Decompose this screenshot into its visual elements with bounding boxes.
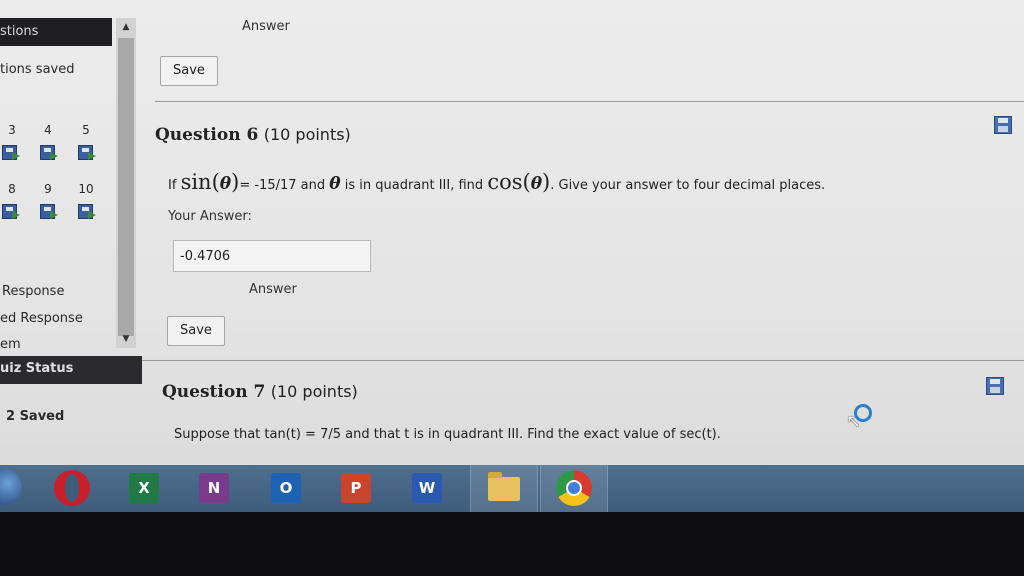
divider — [142, 360, 1024, 361]
powerpoint-icon: P — [341, 473, 371, 503]
taskbar-powerpoint[interactable]: P — [324, 465, 390, 512]
question-7-number: Question 7 — [162, 382, 266, 402]
legend-response: Response — [2, 284, 65, 299]
quiz-status-header: uiz Status — [0, 356, 142, 384]
q6-value: = -15/17 and — [239, 178, 326, 193]
q6-paren-2: ) — [542, 170, 551, 194]
question-number-9[interactable]: 9 — [36, 182, 60, 196]
excel-icon: X — [129, 473, 159, 503]
scroll-thumb[interactable] — [118, 38, 134, 336]
question-number-3[interactable]: 3 — [0, 123, 24, 137]
quiz-status-label: uiz Status — [0, 361, 74, 376]
start-button-icon[interactable] — [0, 469, 22, 505]
save-button-top[interactable]: Save — [160, 56, 218, 86]
sidebar-questions-header: stions — [0, 18, 112, 46]
scroll-up-arrow-icon[interactable]: ▲ — [116, 20, 136, 34]
taskbar-chrome[interactable] — [540, 465, 608, 512]
saved-question-icon[interactable] — [78, 145, 96, 161]
question-7-title: Question 7 (10 points) — [162, 382, 358, 402]
sidebar-scrollbar[interactable]: ▲ ▼ — [116, 18, 136, 348]
taskbar: X N O P W — [0, 465, 1024, 512]
question-6-points: (10 points) — [263, 125, 351, 144]
saved-question-icon[interactable] — [78, 204, 96, 220]
saved-question-icon[interactable] — [2, 204, 20, 220]
saved-question-icon[interactable] — [2, 145, 20, 161]
scroll-down-arrow-icon[interactable]: ▼ — [116, 332, 136, 346]
q6-theta: θ — [219, 174, 232, 194]
outlook-icon: O — [271, 473, 301, 503]
question-6-number: Question 6 — [155, 125, 259, 145]
save-disk-icon[interactable] — [994, 116, 1012, 134]
answer-input[interactable] — [173, 240, 371, 272]
q6-quadrant: is in quadrant III, find — [344, 178, 484, 193]
q6-tail: . Give your answer to four decimal place… — [550, 178, 826, 193]
saved-question-icon[interactable] — [40, 145, 58, 161]
q6-theta-2: θ — [329, 174, 341, 194]
question-6-text: If sin(θ)= -15/17 and θ is in quadrant I… — [168, 170, 825, 194]
sidebar-questions-saved: tions saved — [0, 62, 75, 77]
your-answer-label: Your Answer: — [168, 209, 252, 224]
word-icon: W — [412, 473, 442, 503]
taskbar-excel[interactable]: X — [112, 465, 178, 512]
taskbar-word[interactable]: W — [395, 465, 461, 512]
question-7-text: Suppose that tan(t) = 7/5 and that t is … — [174, 427, 721, 442]
screen: stions tions saved ▲ ▼ 3 4 5 8 9 10 Resp… — [0, 0, 1024, 512]
chrome-icon — [556, 470, 592, 506]
onenote-icon: N — [199, 473, 229, 503]
folder-icon — [488, 472, 520, 501]
divider — [155, 101, 1024, 102]
legend-item: em — [0, 337, 21, 352]
answer-label-q6: Answer — [249, 282, 297, 297]
question-6-title: Question 6 (10 points) — [155, 125, 351, 145]
mouse-cursor-icon: ↖ — [846, 411, 862, 432]
q6-sin: sin( — [180, 170, 220, 194]
opera-browser-icon[interactable] — [54, 470, 90, 506]
taskbar-file-explorer[interactable] — [470, 465, 538, 512]
question-number-10[interactable]: 10 — [74, 182, 98, 196]
sidebar-header-label: stions — [0, 24, 39, 39]
save-button-q6[interactable]: Save — [167, 316, 225, 346]
question-number-4[interactable]: 4 — [36, 123, 60, 137]
taskbar-outlook[interactable]: O — [254, 465, 320, 512]
q6-cos: cos( — [487, 170, 531, 194]
taskbar-onenote[interactable]: N — [182, 465, 248, 512]
save-disk-icon[interactable] — [986, 377, 1004, 395]
q6-theta-3: θ — [530, 174, 543, 194]
q6-if: If — [168, 178, 177, 193]
question-7-points: (10 points) — [270, 382, 358, 401]
saved-count: 2 Saved — [6, 409, 65, 424]
legend-saved-response: ed Response — [0, 311, 83, 326]
answer-label-top: Answer — [242, 19, 290, 34]
question-number-5[interactable]: 5 — [74, 123, 98, 137]
saved-question-icon[interactable] — [40, 204, 58, 220]
question-number-8[interactable]: 8 — [0, 182, 24, 196]
